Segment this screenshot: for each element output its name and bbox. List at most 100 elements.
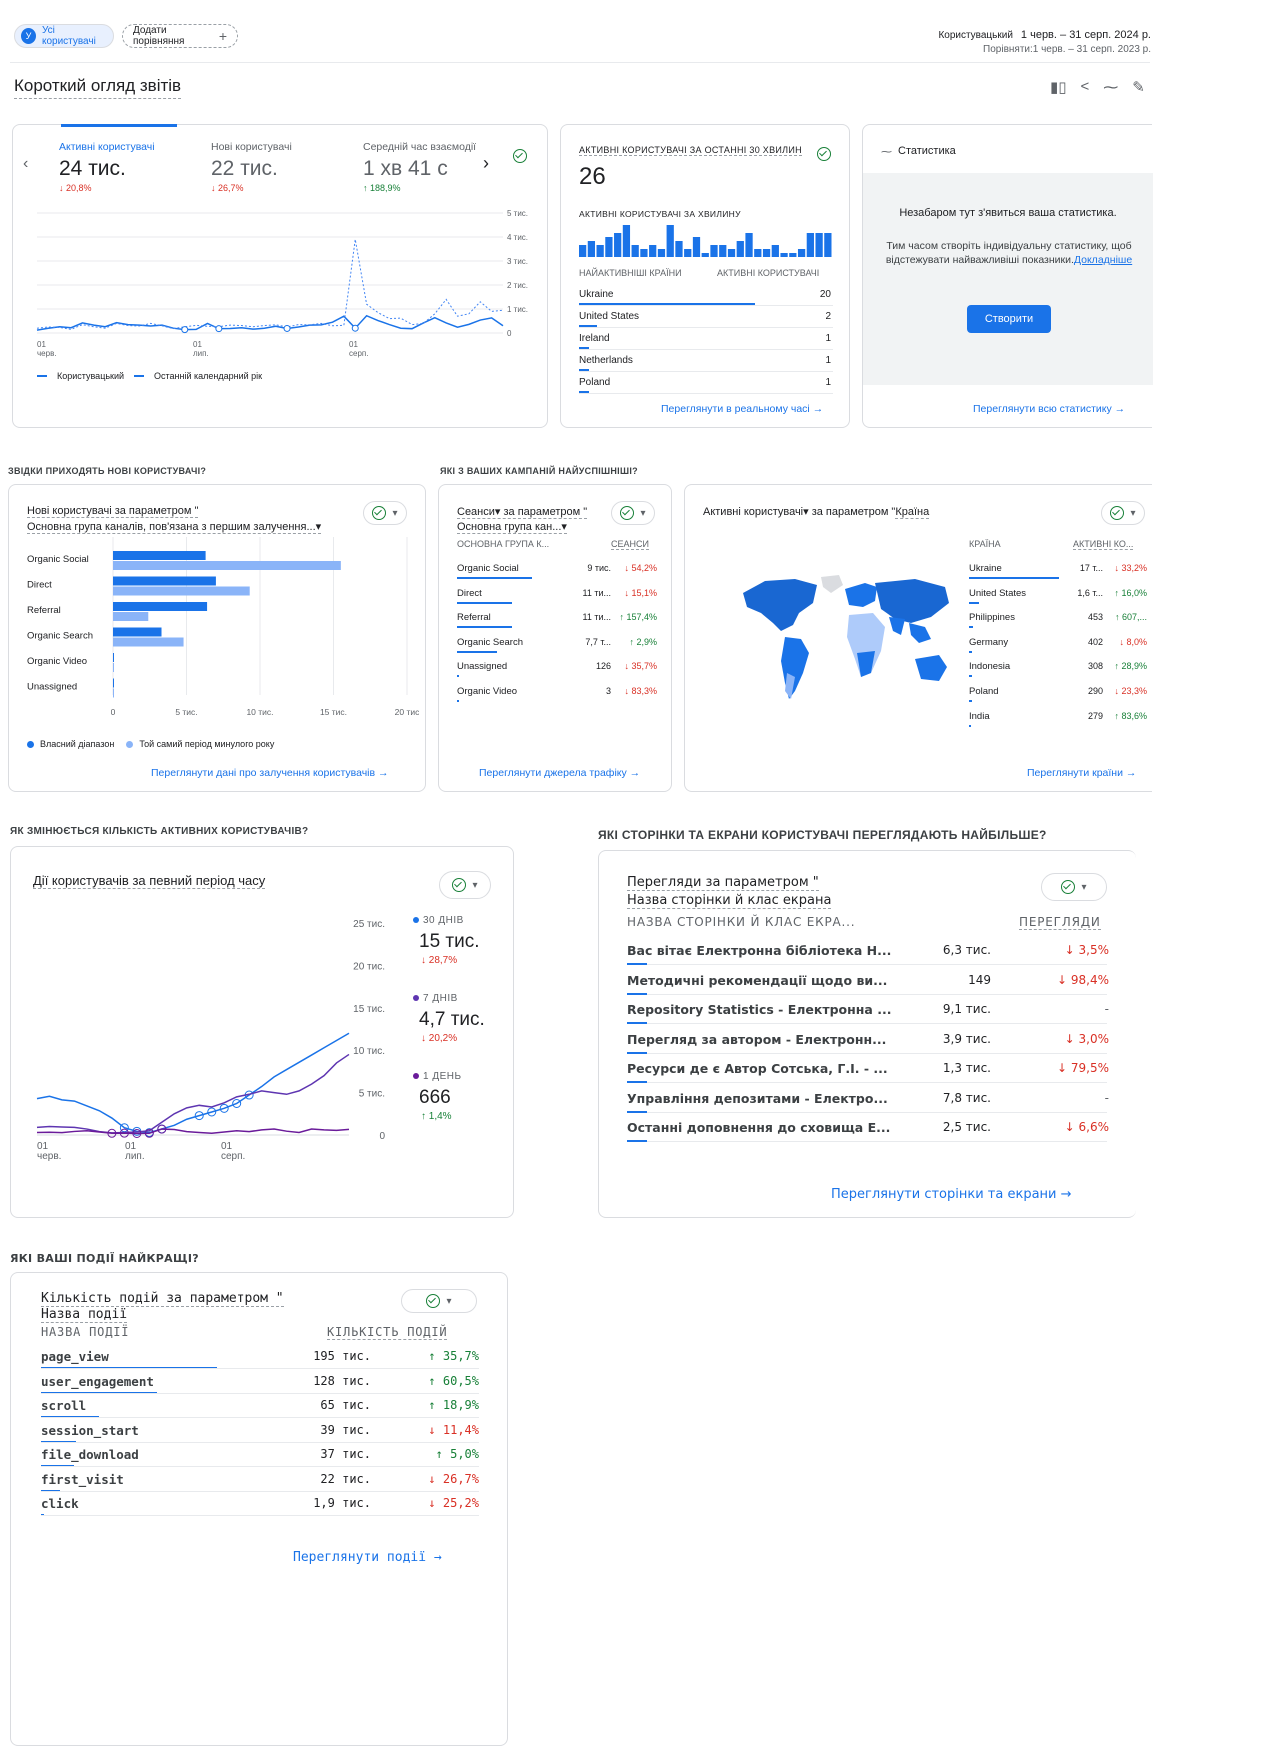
event-name[interactable]: click <box>41 1496 79 1511</box>
country-name[interactable]: Poland <box>969 686 999 697</box>
country-name[interactable]: Philippines <box>969 612 1015 623</box>
page-name[interactable]: Методичні рекомендації щодо ви... <box>627 973 887 988</box>
minute-bar <box>579 245 587 257</box>
realtime-link[interactable]: Переглянути в реальному часі → <box>661 403 823 415</box>
insights-link[interactable]: Переглянути всю статистику → <box>973 403 1125 415</box>
card-title-line2[interactable]: Основна група каналів, пов'язана з перши… <box>27 520 322 534</box>
add-comparison-button[interactable]: Додати порівняння + <box>122 24 238 48</box>
chevron-left-icon[interactable]: ‹ <box>23 155 28 173</box>
page-name[interactable]: Управління депозитами - Електро... <box>627 1091 888 1106</box>
row-divider <box>41 1515 479 1516</box>
channel-name[interactable]: Organic Video <box>457 686 517 697</box>
compare-dropdown[interactable]: ▾ <box>611 501 655 525</box>
new-users-link[interactable]: Переглянути дані про залучення користува… <box>151 767 389 779</box>
minute-bar <box>631 245 639 257</box>
metric-label[interactable]: Середній час взаємодії <box>363 141 476 153</box>
stat-value: 15 тис. <box>419 931 480 952</box>
bar-current <box>113 551 206 560</box>
bar-previous <box>113 663 114 672</box>
compare-dropdown[interactable]: ▾ <box>1101 501 1145 525</box>
channel-name[interactable]: Direct <box>457 588 482 599</box>
events-link[interactable]: Переглянути події → <box>293 1550 442 1565</box>
metric-label[interactable]: Нові користувачі <box>211 141 292 153</box>
stat-value: 4,7 тис. <box>419 1009 485 1030</box>
series-line-0 <box>36 1032 350 1134</box>
insights-icon[interactable]: ⁓ <box>1103 78 1118 96</box>
page-delta: ↓ 79,5% <box>1057 1061 1109 1075</box>
countries-link[interactable]: Переглянути країни → <box>1027 767 1136 779</box>
page-name[interactable]: Ресурси де є Автор Сотська, Г.І. - ... <box>627 1061 888 1076</box>
country-users: 402 <box>1087 636 1103 647</box>
row-divider <box>627 1023 1107 1024</box>
date-range-picker[interactable]: Користувацький 1 черв. – 31 серп. 2024 р.… <box>821 28 1151 57</box>
country-name[interactable]: Ukraine <box>969 563 1002 574</box>
y-tick-label: 5 тис. <box>507 209 528 218</box>
insights-headline: Незабаром тут з'явиться ваша статистика. <box>899 207 1117 219</box>
country-name[interactable]: Netherlands <box>579 355 633 366</box>
stat-delta: ↓ 20,2% <box>421 1033 458 1044</box>
columns-icon[interactable]: ▮▯ <box>1050 78 1067 96</box>
category-label: Organic Social <box>27 554 89 565</box>
row-divider <box>41 1392 479 1394</box>
event-name[interactable]: first_visit <box>41 1472 124 1487</box>
series-line-1 <box>36 1053 350 1134</box>
country-name[interactable]: Ukraine <box>579 289 613 300</box>
compare-dropdown[interactable]: ▾ <box>363 501 407 525</box>
stat-label: 1 ДЕНЬ <box>413 1071 462 1082</box>
traffic-sources-link[interactable]: Переглянути джерела трафіку → <box>479 767 640 779</box>
pages-link[interactable]: Переглянути сторінки та екрани → <box>831 1187 1072 1202</box>
column-header: СЕАНСИ <box>611 539 649 550</box>
y-tick-label: 25 тис. <box>353 919 385 930</box>
page-name[interactable]: Repository Statistics - Електронна ... <box>627 1002 891 1017</box>
x-tick-day: 01 <box>193 340 202 349</box>
page-name[interactable]: Останні доповнення до сховища Е... <box>627 1120 890 1135</box>
card-title-line2[interactable]: Країна <box>895 506 930 519</box>
country-name[interactable]: India <box>969 711 990 722</box>
country-name[interactable]: United States <box>969 588 1026 599</box>
page-views: 3,9 тис. <box>942 1031 991 1046</box>
metric-delta: ↓ 26,7% <box>211 183 244 193</box>
stat-delta: ↑ 1,4% <box>421 1111 452 1122</box>
add-comparison-label: Додати порівняння <box>133 25 185 47</box>
comparison-chip[interactable]: У Усі користувачі <box>14 24 114 48</box>
event-name[interactable]: session_start <box>41 1423 139 1438</box>
event-name[interactable]: file_download <box>41 1447 139 1462</box>
channel-name[interactable]: Unassigned <box>457 661 507 672</box>
card-title-line2[interactable]: Назва сторінки й клас екрана <box>627 893 832 909</box>
compare-dropdown[interactable]: ▾ <box>401 1289 477 1313</box>
channel-name[interactable]: Referral <box>457 612 491 623</box>
country-name[interactable]: United States <box>579 311 639 322</box>
country-name[interactable]: Indonesia <box>969 661 1010 672</box>
realtime-title: АКТИВНІ КОРИСТУВАЧІ ЗА ОСТАННІ 30 ХВИЛИН <box>579 145 802 156</box>
event-name[interactable]: scroll <box>41 1398 86 1413</box>
metric-label[interactable]: Активні користувачі <box>59 141 155 153</box>
channel-name[interactable]: Organic Search <box>457 637 523 648</box>
country-name[interactable]: Poland <box>579 377 610 388</box>
share-icon[interactable]: < <box>1081 78 1090 96</box>
x-tick-label: 20 тис <box>395 707 419 717</box>
share-bar <box>969 601 979 604</box>
series-line-2 <box>36 1128 350 1135</box>
page-name[interactable]: Перегляд за автором - Електронн... <box>627 1032 886 1047</box>
learn-more-link[interactable]: Докладніше <box>1074 254 1132 266</box>
create-button[interactable]: Створити <box>967 305 1051 333</box>
event-name[interactable]: page_view <box>41 1349 109 1364</box>
chevron-right-icon[interactable]: › <box>483 153 489 174</box>
status-check-icon <box>1061 880 1076 894</box>
page-name[interactable]: Вас вітає Електронна бібліотека Н... <box>627 943 891 958</box>
country-name[interactable]: Germany <box>969 637 1008 648</box>
card-title-line2[interactable]: Назва події <box>41 1307 128 1323</box>
minute-bar <box>614 233 622 257</box>
card-title-line2[interactable]: Основна група кан...▾ <box>457 520 567 534</box>
event-name[interactable]: user_engagement <box>41 1374 154 1389</box>
session-delta: ↑ 157,4% <box>619 612 657 623</box>
edit-icon[interactable]: ✎ <box>1132 78 1145 96</box>
compare-dropdown[interactable]: ▾ <box>439 871 491 899</box>
compare-dropdown[interactable]: ▾ <box>1041 873 1107 901</box>
chevron-down-icon: ▾ <box>1081 881 1087 893</box>
plus-icon: + <box>218 28 227 44</box>
channel-name[interactable]: Organic Social <box>457 563 519 574</box>
country-name[interactable]: Ireland <box>579 333 610 344</box>
session-delta: ↓ 83,3% <box>624 686 657 696</box>
series-dot <box>413 1073 419 1079</box>
